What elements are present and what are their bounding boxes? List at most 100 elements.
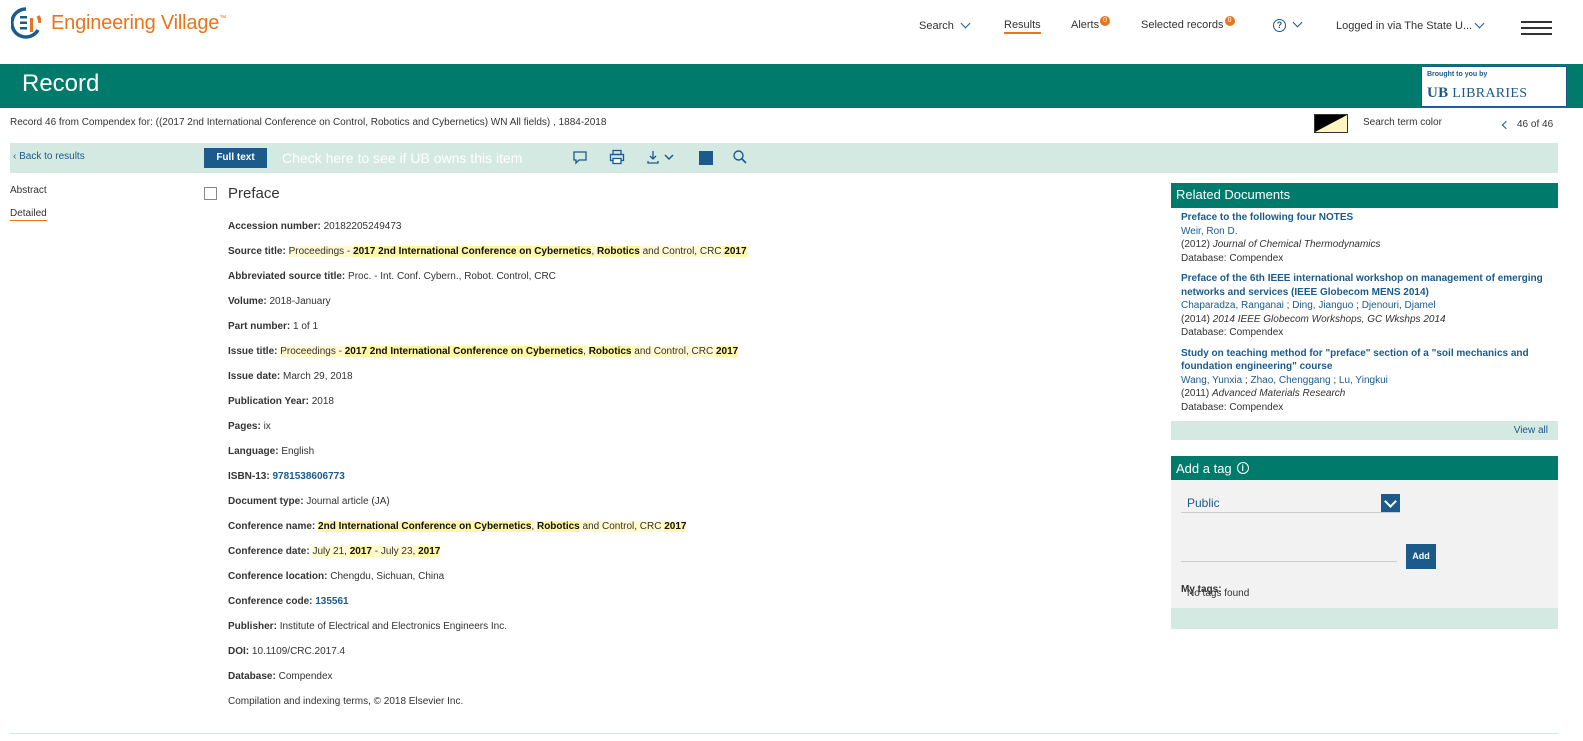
author-link[interactable]: Lu, Yingkui (1339, 375, 1388, 386)
search-term-highlight: 2017 (418, 546, 441, 557)
add-tag-footer (1171, 608, 1558, 629)
back-to-results-label: Back to results (19, 151, 85, 162)
print-icon[interactable] (609, 149, 625, 165)
chevron-down-icon (1381, 494, 1400, 512)
select-record-checkbox[interactable] (204, 187, 217, 200)
record-query-line: Record 46 from Compendex for: ((2017 2nd… (10, 117, 607, 128)
field-label: Accession number: (228, 221, 321, 232)
check-ub-owns-link[interactable]: Check here to see if UB owns this item (282, 150, 522, 166)
field-conference-date: Conference date: July 21, 2017 - July 23… (228, 546, 747, 571)
field-label: ISBN-13: (228, 471, 270, 482)
tag-input[interactable] (1181, 542, 1397, 562)
view-all-link[interactable]: View all (1514, 425, 1548, 436)
comment-icon[interactable] (572, 149, 588, 165)
field-value: Institute of Electrical and Electronics … (279, 621, 508, 632)
field-value: 10.1109/CRC.2017.4 (251, 646, 346, 657)
search-term-highlight: Robotics (536, 521, 580, 532)
field-source-title: Source title: Proceedings - 2017 2nd Int… (228, 246, 747, 271)
add-tag-button[interactable]: Add (1406, 544, 1436, 569)
record-view-nav: Abstract Detailed (10, 185, 47, 233)
page-banner: Record (0, 64, 1583, 108)
related-documents-panel: Related Documents Preface to the followi… (1171, 183, 1558, 440)
info-icon[interactable]: i (1236, 462, 1249, 474)
related-item-title[interactable]: Preface of the 6th IEEE international wo… (1181, 272, 1548, 299)
author-link[interactable]: Ding, Jianguo (1292, 300, 1353, 311)
nav-detailed-link[interactable]: Detailed (10, 208, 47, 221)
field-label: Conference location: (228, 571, 328, 582)
download-icon[interactable] (646, 149, 676, 165)
field-accession: Accession number: 20182205249473 (228, 221, 747, 246)
logo-text: Engineering Village (51, 11, 220, 34)
author-link[interactable]: Wang, Yunxia (1181, 375, 1242, 386)
field-value: Compendex (278, 671, 333, 682)
author-link[interactable]: Djenouri, Djamel (1362, 300, 1436, 311)
field-document-type: Document type: Journal article (JA) (228, 496, 747, 521)
author-link[interactable]: Chaparadza, Ranganai (1181, 300, 1284, 311)
field-label: Language: (228, 446, 279, 457)
help-menu[interactable]: ? (1273, 17, 1303, 32)
pager-text: 46 of 46 (1517, 119, 1554, 130)
search-icon[interactable] (732, 149, 748, 165)
chevron-down-icon (1292, 17, 1303, 28)
related-documents-list: Preface to the following four NOTES Weir… (1171, 208, 1558, 414)
no-tags-message: No tags found (1187, 588, 1250, 599)
field-publisher: Publisher: Institute of Electrical and E… (228, 621, 747, 646)
nav-results[interactable]: Results (1004, 19, 1041, 34)
author-link[interactable]: Weir, Ron D. (1181, 226, 1238, 237)
ub-mark: UB (1427, 85, 1449, 101)
search-term-highlight: 2017 2nd International Conference on Cyb… (353, 246, 592, 257)
field-database: Database: Compendex (228, 671, 747, 696)
related-item-year: (2014) (1181, 313, 1210, 325)
author-link[interactable]: Zhao, Chenggang (1251, 375, 1331, 386)
chevron-down-icon (1474, 18, 1485, 28)
copyright-notice: Compilation and indexing terms, © 2018 E… (228, 696, 464, 707)
nav-search[interactable]: Search (919, 18, 971, 32)
field-value: 2018-January (269, 296, 331, 307)
conference-code-link[interactable]: 135561 (315, 596, 348, 607)
tag-visibility-select[interactable]: Public (1181, 492, 1400, 513)
field-label: Abbreviated source title: (228, 271, 346, 282)
related-item-authors: Chaparadza, Ranganai ; Ding, Jianguo ; D… (1181, 300, 1436, 311)
related-item-database: Database: Compendex (1181, 252, 1284, 264)
field-publication-year: Publication Year: 2018 (228, 396, 747, 421)
save-to-folder-icon[interactable] (699, 151, 713, 165)
search-term-color-swatch[interactable] (1314, 114, 1348, 133)
add-tag-heading-text: Add a tag (1176, 460, 1232, 476)
field-label: Pages: (228, 421, 261, 432)
back-to-results-link[interactable]: ‹ Back to results (13, 151, 85, 162)
nav-results-label: Results (1004, 19, 1041, 31)
tag-visibility-value: Public (1187, 496, 1220, 510)
search-term-highlight: Robotics (597, 246, 640, 257)
ub-libraries-logo[interactable]: Brought to you by UB LIBRARIES (1421, 66, 1567, 107)
value-text: Proceedings - (280, 346, 345, 357)
nav-alerts[interactable]: Alerts 0 (1071, 16, 1111, 31)
related-item-title[interactable]: Study on teaching method for "preface" s… (1181, 347, 1548, 374)
field-value: 20182205249473 (323, 221, 402, 232)
record-toolbar: ‹ Back to results Full text Check here t… (10, 143, 1558, 173)
nav-abstract-link[interactable]: Abstract (10, 185, 47, 196)
related-documents-footer: View all (1171, 421, 1558, 440)
field-conference-location: Conference location: Chengdu, Sichuan, C… (228, 571, 747, 596)
account-menu[interactable]: Logged in via The State U... (1336, 18, 1485, 32)
value-text: and Control, CRC (631, 346, 716, 357)
isbn-link[interactable]: 9781538606773 (272, 471, 344, 482)
related-item-source: (2011) Advanced Materials Research (1181, 387, 1548, 401)
nav-selected-records[interactable]: Selected records 0 (1141, 16, 1235, 31)
related-item-source: (2014) 2014 IEEE Globecom Workshops, GC … (1181, 313, 1548, 327)
field-label: DOI: (228, 646, 250, 657)
field-label: Database: (228, 671, 276, 682)
engineering-village-logo[interactable]: Engineering Village™ (11, 7, 226, 39)
field-language: Language: English (228, 446, 747, 471)
value-text: - July 23, (371, 546, 419, 557)
field-label: Volume: (228, 296, 267, 307)
menu-icon[interactable] (1521, 21, 1552, 35)
field-value: Chengdu, Sichuan, China (330, 571, 445, 582)
field-label: Issue date: (228, 371, 281, 382)
full-text-button[interactable]: Full text (204, 148, 267, 168)
previous-record-icon[interactable] (1501, 120, 1511, 129)
search-term-highlight: 2nd International Conference on Cybernet… (318, 521, 532, 532)
related-item-title[interactable]: Preface to the following four NOTES (1181, 211, 1548, 225)
related-item-database: Database: Compendex (1181, 401, 1284, 413)
search-term-highlight: 2017 (349, 546, 372, 557)
related-item-authors: Wang, Yunxia ; Zhao, Chenggang ; Lu, Yin… (1181, 374, 1388, 386)
